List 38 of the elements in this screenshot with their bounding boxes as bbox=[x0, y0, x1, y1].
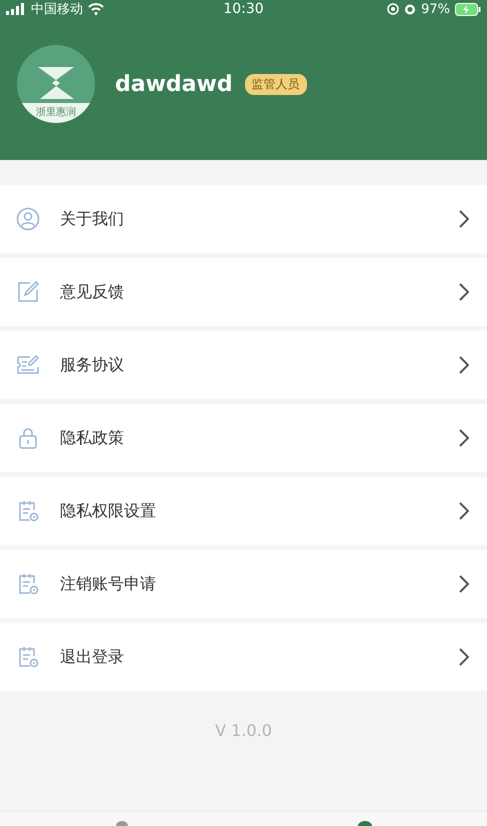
edit-icon bbox=[16, 280, 40, 304]
menu-label: 注销账号申请 bbox=[60, 574, 157, 594]
signal-icon bbox=[6, 3, 26, 15]
menu-item[interactable]: 注销账号申请 bbox=[0, 550, 487, 618]
chevron-right-icon bbox=[459, 356, 469, 374]
menu-item[interactable]: 隐私权限设置 bbox=[0, 477, 487, 545]
chevron-right-icon bbox=[459, 502, 469, 520]
role-badge: 监管人员 bbox=[244, 74, 307, 94]
version-text: V 1.0.0 bbox=[214, 721, 273, 740]
profile-tab-icon[interactable] bbox=[357, 820, 374, 826]
battery-percent: 97% bbox=[421, 2, 450, 16]
menu-item[interactable]: 服务协议 bbox=[0, 331, 487, 399]
battery-icon bbox=[454, 2, 481, 16]
rotation-lock-icon bbox=[387, 3, 400, 15]
chevron-right-icon bbox=[459, 429, 469, 447]
alarm-icon bbox=[404, 3, 416, 15]
logo-mark-icon bbox=[36, 65, 76, 101]
menu-label: 隐私权限设置 bbox=[60, 500, 157, 522]
chevron-right-icon bbox=[459, 648, 469, 666]
menu-item[interactable]: 意见反馈 bbox=[0, 258, 487, 326]
clock-time: 10:30 bbox=[223, 1, 264, 17]
chevron-right-icon bbox=[459, 283, 469, 301]
chevron-right-icon bbox=[459, 210, 469, 228]
carrier-name: 中国移动 bbox=[31, 1, 83, 18]
signature-icon bbox=[16, 353, 40, 377]
menu-label: 服务协议 bbox=[60, 354, 125, 376]
wifi-icon bbox=[88, 3, 104, 15]
menu-item[interactable]: 隐私政策 bbox=[0, 404, 487, 472]
menu-label: 退出登录 bbox=[60, 646, 125, 668]
user-icon bbox=[16, 207, 40, 231]
menu-item[interactable]: 退出登录 bbox=[0, 623, 487, 691]
user-name: dawdawd bbox=[115, 72, 233, 96]
home-tab-icon[interactable] bbox=[114, 820, 130, 826]
menu-item[interactable]: 关于我们 bbox=[0, 185, 487, 253]
menu-label: 隐私政策 bbox=[60, 428, 125, 448]
chevron-right-icon bbox=[459, 575, 469, 593]
menu-label: 关于我们 bbox=[60, 208, 125, 230]
menu-label: 意见反馈 bbox=[60, 282, 125, 302]
